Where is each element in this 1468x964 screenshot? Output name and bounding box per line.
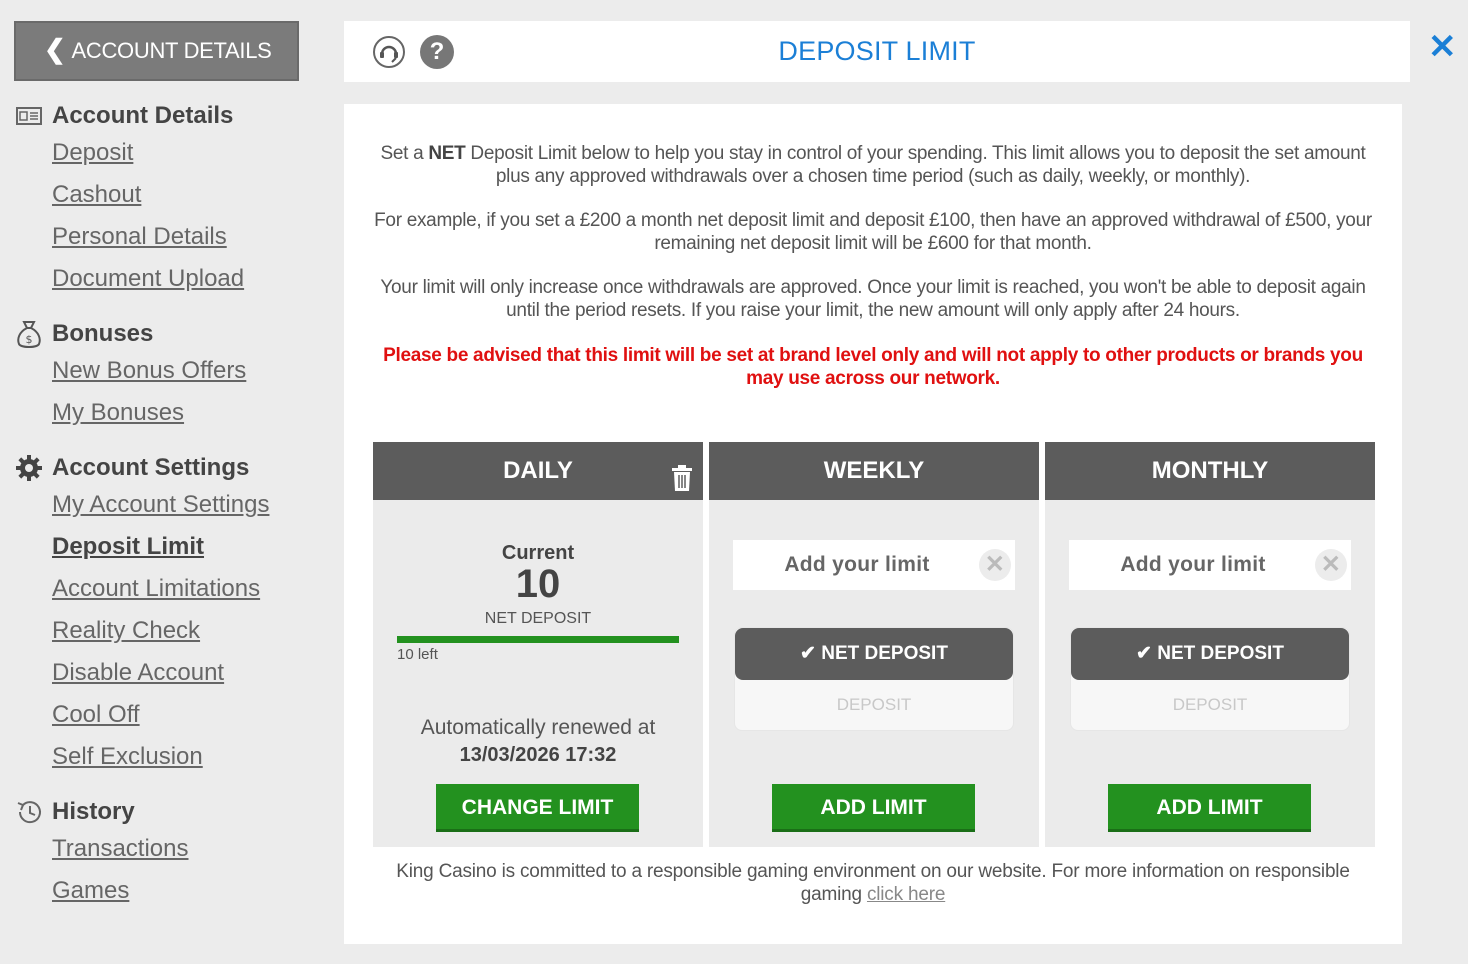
sidebar-item-personal-details[interactable]: Personal Details (52, 216, 244, 258)
id-card-icon (14, 101, 44, 131)
close-icon[interactable]: ✕ (1428, 30, 1457, 64)
sidebar-item-reality-check[interactable]: Reality Check (52, 610, 269, 652)
limit-type-label: NET DEPOSIT (484, 610, 592, 627)
sidebar-item-deposit-limit[interactable]: Deposit Limit (52, 526, 269, 568)
nav-group-bonuses: $ Bonuses New Bonus Offers My Bonuses (14, 318, 246, 434)
chevron-left-icon: ❮ (44, 33, 66, 64)
nav-group-account-settings: Account Settings My Account Settings Dep… (14, 452, 269, 778)
sidebar-item-my-bonuses[interactable]: My Bonuses (52, 392, 246, 434)
check-icon: ✔ (1136, 643, 1158, 664)
monthly-net-deposit-option[interactable]: ✔ NET DEPOSIT (1071, 628, 1349, 680)
monthly-input-placeholder: Add your limit (1120, 553, 1266, 576)
remaining-progress-bar (397, 636, 679, 643)
clear-icon[interactable]: ✕ (979, 549, 1011, 581)
sidebar-item-deposit[interactable]: Deposit (52, 132, 244, 174)
responsible-gaming-footer: King Casino is committed to a responsibl… (396, 861, 1350, 905)
example-paragraph: For example, if you set a £200 a month n… (374, 210, 1372, 254)
current-limit-value: 10 (515, 562, 561, 606)
weekly-input-placeholder: Add your limit (784, 553, 930, 576)
nav-heading-history: History (52, 798, 135, 825)
check-icon: ✔ (800, 643, 822, 664)
monthly-limit-type-toggle: ✔ NET DEPOSIT DEPOSIT (1070, 627, 1350, 731)
sidebar-item-transactions[interactable]: Transactions (52, 828, 189, 870)
sidebar-item-new-bonus-offers[interactable]: New Bonus Offers (52, 350, 246, 392)
weekly-limit-type-toggle: ✔ NET DEPOSIT DEPOSIT (734, 627, 1014, 731)
nav-heading-account-details: Account Details (52, 102, 234, 129)
weekly-limit-input[interactable]: Add your limit ✕ (733, 540, 1015, 590)
weekly-limit-card: WEEKLY Add your limit ✕ ✔ NET DEPOSIT DE… (709, 442, 1039, 847)
increase-paragraph: Your limit will only increase once withd… (380, 277, 1366, 321)
monthly-limit-input[interactable]: Add your limit ✕ (1069, 540, 1351, 590)
sidebar-item-self-exclusion[interactable]: Self Exclusion (52, 736, 269, 778)
back-to-account-details-button[interactable]: ❮ ACCOUNT DETAILS (14, 21, 299, 81)
monthly-limit-card: MONTHLY Add your limit ✕ ✔ NET DEPOSIT D… (1045, 442, 1375, 847)
daily-card-header: DAILY (373, 442, 703, 500)
sidebar-item-document-upload[interactable]: Document Upload (52, 258, 244, 300)
page-title: DEPOSIT LIMIT (778, 36, 976, 66)
change-limit-button[interactable]: CHANGE LIMIT (436, 784, 639, 832)
back-button-label: ACCOUNT DETAILS (71, 38, 272, 63)
weekly-net-deposit-option[interactable]: ✔ NET DEPOSIT (735, 628, 1013, 680)
nav-group-history: History Transactions Games (14, 796, 189, 912)
daily-card-title: DAILY (503, 457, 573, 484)
sidebar-item-cool-off[interactable]: Cool Off (52, 694, 269, 736)
renew-label: Automatically renewed at (420, 716, 656, 739)
money-bag-icon: $ (14, 319, 44, 349)
sidebar-item-disable-account[interactable]: Disable Account (52, 652, 269, 694)
monthly-card-title: MONTHLY (1045, 442, 1375, 500)
weekly-card-title: WEEKLY (709, 442, 1039, 500)
nav-heading-bonuses: Bonuses (52, 320, 154, 347)
gear-icon (14, 453, 44, 483)
progress-fill (397, 636, 679, 643)
responsible-gaming-link[interactable]: click here (867, 884, 945, 905)
renew-date: 13/03/2026 17:32 (459, 744, 617, 766)
sidebar-item-games[interactable]: Games (52, 870, 189, 912)
brand-level-warning: Please be advised that this limit will b… (383, 345, 1363, 389)
sidebar-item-account-limitations[interactable]: Account Limitations (52, 568, 269, 610)
weekly-add-limit-button[interactable]: ADD LIMIT (772, 784, 975, 832)
sidebar-item-my-account-settings[interactable]: My Account Settings (52, 484, 269, 526)
intro-paragraph: Set a NET Deposit Limit below to help yo… (380, 143, 1366, 187)
nav-group-account-details: Account Details Deposit Cashout Personal… (14, 100, 244, 300)
remaining-label: 10 left (397, 646, 438, 663)
sidebar-item-cashout[interactable]: Cashout (52, 174, 244, 216)
nav-heading-account-settings: Account Settings (52, 454, 250, 481)
monthly-deposit-option[interactable]: DEPOSIT (1071, 680, 1349, 730)
deposit-limit-panel: Set a NET Deposit Limit below to help yo… (344, 104, 1402, 944)
weekly-deposit-option[interactable]: DEPOSIT (735, 680, 1013, 730)
daily-limit-card: DAILY Current 10 NET DEPOSIT 10 left Aut… (373, 442, 703, 847)
page-header: ? DEPOSIT LIMIT (344, 21, 1410, 82)
clear-icon[interactable]: ✕ (1315, 549, 1347, 581)
history-clock-icon (14, 797, 44, 827)
svg-text:$: $ (26, 333, 33, 346)
trash-icon[interactable] (671, 456, 693, 514)
monthly-add-limit-button[interactable]: ADD LIMIT (1108, 784, 1311, 832)
